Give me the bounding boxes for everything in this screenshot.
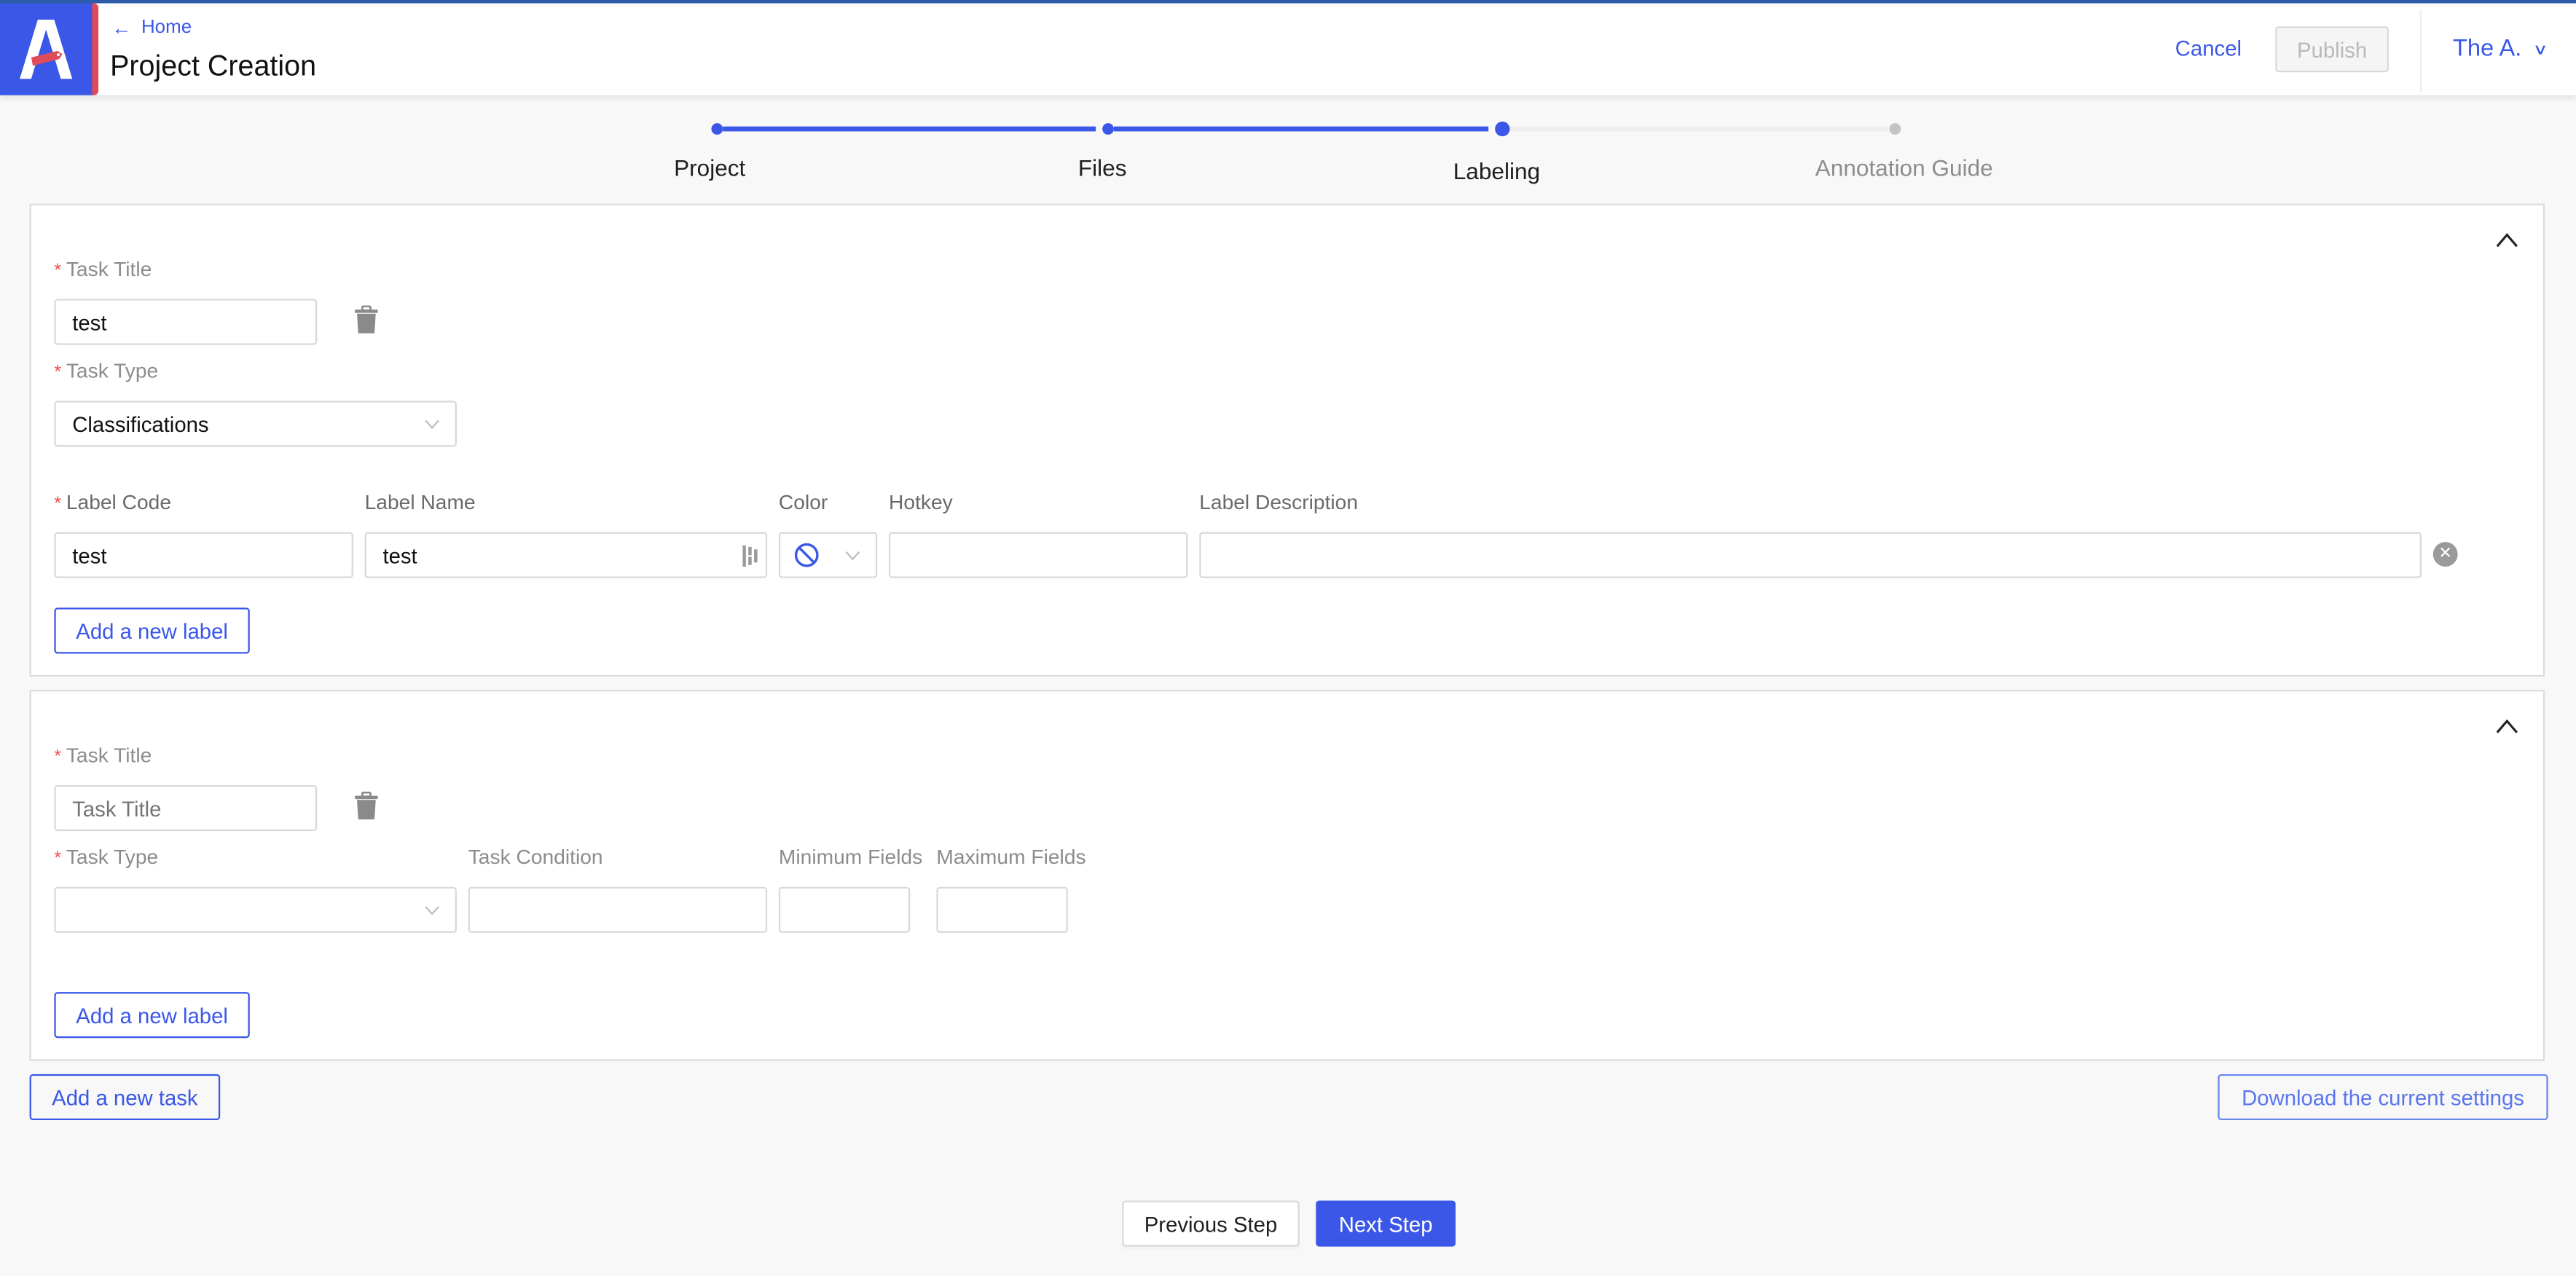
label-code-input[interactable]: test xyxy=(54,532,353,578)
step-dot-labeling xyxy=(1495,121,1510,137)
logo-a-tag-icon xyxy=(20,20,73,79)
home-back-link[interactable]: ← Home xyxy=(111,17,192,40)
chevron-down-icon: ∨ xyxy=(2532,40,2548,57)
task-title-label: * Task Title xyxy=(54,258,152,281)
chevron-up-icon[interactable] xyxy=(2494,714,2520,738)
chevron-down-icon xyxy=(425,906,439,915)
label-name-header: Label Name xyxy=(364,491,476,514)
trash-icon[interactable] xyxy=(355,305,378,334)
color-header: Color xyxy=(778,491,828,514)
task-title-label: * Task Title xyxy=(54,744,152,768)
minimum-fields-input[interactable] xyxy=(778,886,911,933)
step-connector-done xyxy=(723,126,1096,132)
hotkey-input[interactable] xyxy=(889,532,1188,578)
step-dot-project xyxy=(711,123,723,135)
task-title-input[interactable]: test xyxy=(54,299,318,345)
add-label-button[interactable]: Add a new label xyxy=(54,607,250,654)
chevron-down-icon xyxy=(845,551,860,561)
remove-label-icon[interactable]: ✕ xyxy=(2432,542,2458,567)
step-label-project[interactable]: Project xyxy=(674,154,745,181)
color-select[interactable] xyxy=(778,532,878,578)
step-label-files[interactable]: Files xyxy=(1078,154,1127,181)
cancel-button[interactable]: Cancel xyxy=(2175,36,2242,61)
task-type-label: * Task Type xyxy=(54,359,159,383)
label-description-header: Label Description xyxy=(1199,491,1359,514)
maximum-fields-label: Maximum Fields xyxy=(936,846,1086,869)
label-description-input[interactable] xyxy=(1199,532,2422,578)
app-header: ← Home Project Creation Cancel Publish T… xyxy=(0,3,2576,95)
label-name-value: test xyxy=(382,543,417,568)
page-title: Project Creation xyxy=(110,49,317,82)
chevron-down-icon xyxy=(425,420,439,430)
app-logo[interactable] xyxy=(0,3,99,95)
maximum-fields-input[interactable] xyxy=(936,886,1068,933)
minimum-fields-label: Minimum Fields xyxy=(778,846,923,869)
step-dot-files xyxy=(1102,123,1114,135)
no-color-icon xyxy=(794,543,819,567)
task-type-label: * Task Type xyxy=(54,846,159,869)
arrow-left-icon: ← xyxy=(111,16,132,40)
download-settings-button[interactable]: Download the current settings xyxy=(2218,1074,2548,1120)
user-menu[interactable]: The A. ∨ xyxy=(2452,36,2548,63)
add-label-button[interactable]: Add a new label xyxy=(54,992,250,1039)
step-label-annotation-guide: Annotation Guide xyxy=(1815,154,1993,181)
previous-step-button[interactable]: Previous Step xyxy=(1122,1200,1300,1247)
task-card: *Task Title *Task Type Task Condition Mi… xyxy=(29,690,2545,1061)
task-condition-label: Task Condition xyxy=(468,846,603,869)
step-connector-done xyxy=(1113,126,1489,132)
hotkey-header: Hotkey xyxy=(889,491,953,514)
task-card: * Task Title test * Task Type Classificati… xyxy=(29,203,2545,677)
password-manager-icon[interactable] xyxy=(742,545,759,567)
chevron-up-icon[interactable] xyxy=(2494,228,2520,251)
user-name: The A. xyxy=(2452,36,2522,63)
publish-button[interactable]: Publish xyxy=(2275,26,2389,73)
task-condition-input[interactable] xyxy=(468,886,768,933)
header-divider xyxy=(2419,9,2422,92)
task-type-select[interactable]: Classifications xyxy=(54,401,457,447)
label-code-header: * Label Code xyxy=(54,491,172,514)
task-type-select[interactable] xyxy=(54,886,457,933)
task-type-value: Classifications xyxy=(72,411,209,436)
task-title-input[interactable] xyxy=(54,784,318,832)
home-link-label: Home xyxy=(141,17,192,38)
step-label-labeling: Labeling xyxy=(1453,157,1541,184)
label-name-input[interactable]: test xyxy=(364,532,768,578)
trash-icon[interactable] xyxy=(355,791,378,820)
step-dot-annotation-guide xyxy=(1889,123,1901,135)
add-task-button[interactable]: Add a new task xyxy=(29,1074,221,1120)
step-connector-todo xyxy=(1508,126,1888,132)
progress-stepper: Project Files Labeling Annotation Guide xyxy=(0,115,2576,189)
next-step-button[interactable]: Next Step xyxy=(1316,1200,1456,1247)
page: ← Home Project Creation Cancel Publish T… xyxy=(0,0,2576,1276)
